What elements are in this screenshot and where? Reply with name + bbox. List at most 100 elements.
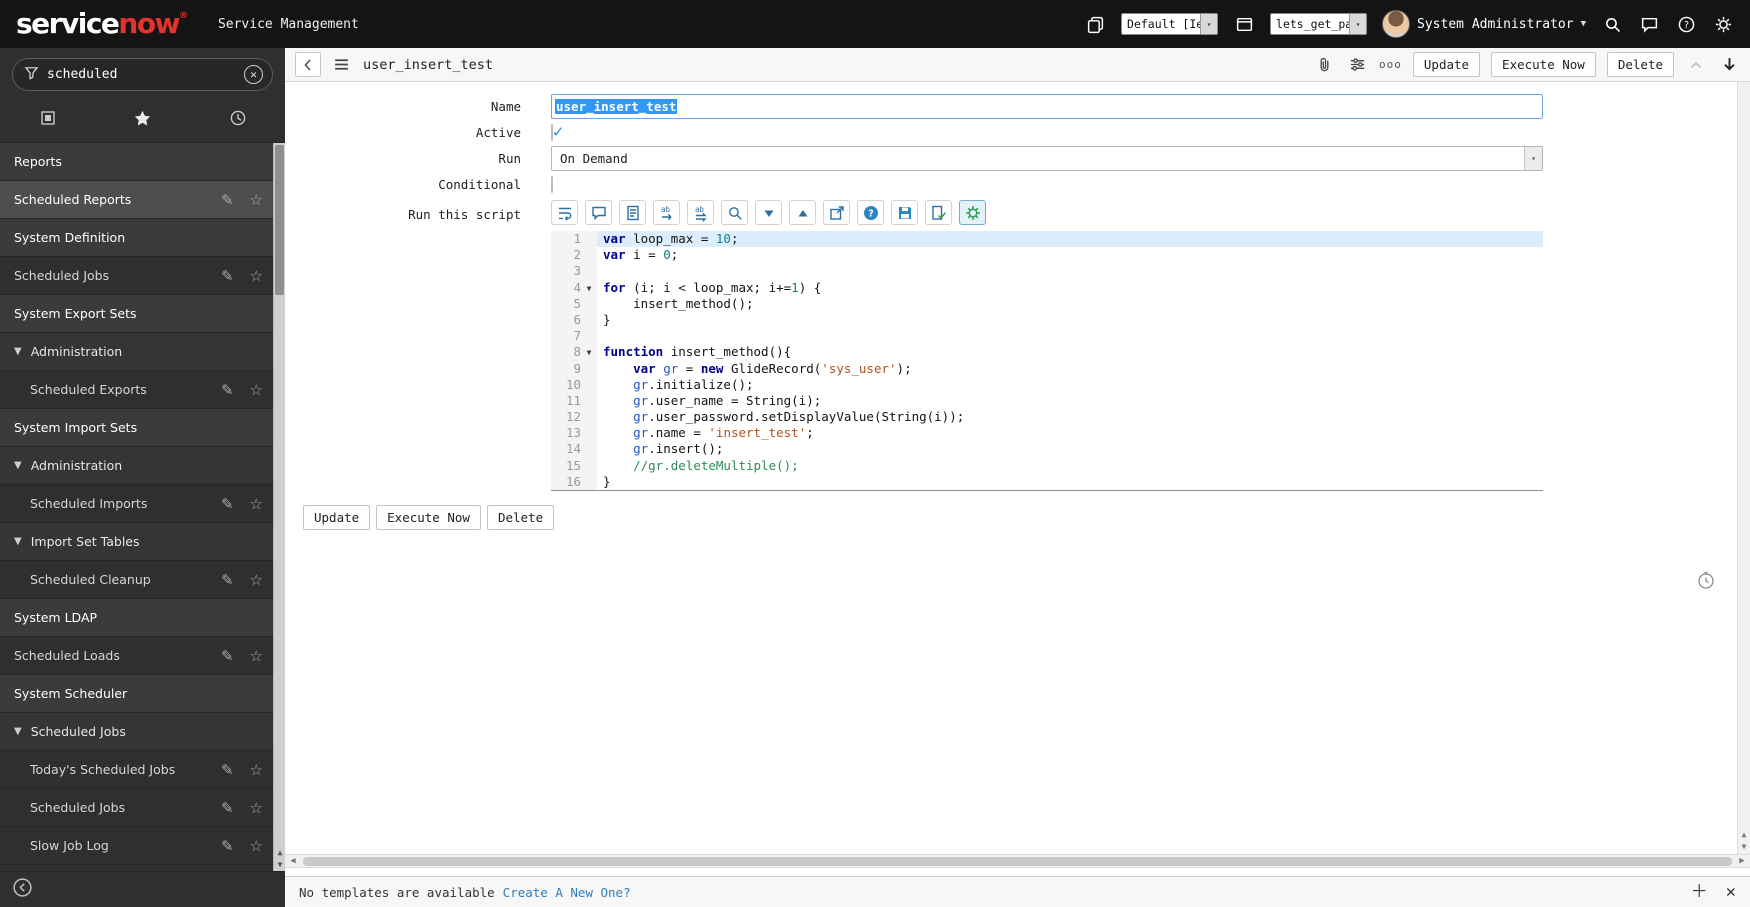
- sidebar-item[interactable]: Scheduled Cleanup ✎ ☆: [0, 561, 273, 599]
- edit-module-pencil-icon[interactable]: ✎: [221, 837, 234, 855]
- code-line[interactable]: 10 gr.initialize();: [551, 376, 1543, 393]
- avatar[interactable]: [1382, 10, 1411, 38]
- sidebar-item[interactable]: Scheduled Loads ✎ ☆: [0, 637, 273, 675]
- favorite-star-icon[interactable]: ☆: [250, 191, 263, 209]
- application-picker[interactable]: lets_get_pa ▾: [1270, 13, 1368, 35]
- find-previous-icon[interactable]: [789, 200, 816, 225]
- save-icon[interactable]: [891, 200, 918, 225]
- code-line[interactable]: 5 insert_method();: [551, 295, 1543, 312]
- code-line[interactable]: 11 gr.user_name = String(i);: [551, 392, 1543, 410]
- edit-module-pencil-icon[interactable]: ✎: [221, 799, 234, 817]
- find-icon[interactable]: [721, 200, 748, 225]
- code-line[interactable]: 7: [551, 328, 1543, 345]
- edit-module-pencil-icon[interactable]: ✎: [221, 191, 234, 209]
- horizontal-scrollbar[interactable]: ◀ ▶: [285, 854, 1750, 868]
- collapse-caret-icon[interactable]: ▼: [14, 460, 22, 471]
- edit-module-pencil-icon[interactable]: ✎: [221, 571, 234, 589]
- toggle-comment-icon[interactable]: [585, 200, 612, 225]
- sidebar-item[interactable]: System Import Sets: [0, 409, 273, 447]
- syntax-check-icon[interactable]: [925, 200, 952, 225]
- sidebar-item[interactable]: Scheduled Jobs ✎ ☆: [0, 789, 273, 827]
- global-search-icon[interactable]: [1601, 13, 1623, 35]
- chevron-down-icon[interactable]: ▾: [1200, 14, 1218, 34]
- favorite-star-icon[interactable]: ☆: [250, 571, 263, 589]
- favorite-star-icon[interactable]: ☆: [250, 495, 263, 513]
- collapse-caret-icon[interactable]: ▼: [14, 346, 22, 357]
- create-template-link[interactable]: Create A New One?: [503, 885, 631, 900]
- previous-record-icon[interactable]: [1685, 54, 1707, 76]
- help-icon[interactable]: ?: [857, 200, 884, 225]
- sidebar-item[interactable]: Slow Job Log ✎ ☆: [0, 827, 273, 865]
- conditional-checkbox[interactable]: [551, 176, 553, 193]
- format-code-icon[interactable]: [619, 200, 646, 225]
- sidebar-item[interactable]: ▼ Scheduled Jobs: [0, 713, 273, 751]
- navigator-filter[interactable]: ✕: [12, 58, 273, 91]
- execute-now-button[interactable]: Execute Now: [376, 505, 481, 530]
- name-input[interactable]: user_insert_test: [551, 94, 1543, 119]
- chat-icon[interactable]: [1638, 13, 1660, 35]
- user-menu[interactable]: System Administrator ▼: [1382, 10, 1586, 38]
- sidebar-item[interactable]: ▼ Administration: [0, 333, 273, 371]
- delete-button[interactable]: Delete: [1606, 52, 1674, 77]
- sidebar-item[interactable]: Scheduled Jobs ✎ ☆: [0, 257, 273, 295]
- code-line[interactable]: 16}: [551, 473, 1543, 490]
- find-next-icon[interactable]: [755, 200, 782, 225]
- code-line[interactable]: 12 gr.user_password.setDisplayValue(Stri…: [551, 409, 1543, 426]
- favorite-star-icon[interactable]: ☆: [250, 837, 263, 855]
- form-context-menu-icon[interactable]: [330, 54, 352, 76]
- sidebar-item[interactable]: Scheduled Reports ✎ ☆: [0, 181, 273, 219]
- edit-module-pencil-icon[interactable]: ✎: [221, 267, 234, 285]
- scroll-up-icon[interactable]: ▲: [274, 847, 285, 859]
- active-checkbox[interactable]: [551, 124, 553, 141]
- clear-filter-icon[interactable]: ✕: [244, 65, 263, 84]
- code-fold-icon[interactable]: ▼: [581, 280, 597, 296]
- script-debugger-icon[interactable]: [959, 200, 986, 225]
- sidebar-item[interactable]: Scheduled Exports ✎ ☆: [0, 371, 273, 409]
- code-line[interactable]: 3: [551, 263, 1543, 280]
- open-in-window-icon[interactable]: [823, 200, 850, 225]
- tab-favorites[interactable]: [95, 103, 190, 133]
- code-line[interactable]: 13 gr.name = 'insert_test';: [551, 425, 1543, 442]
- code-line[interactable]: 15 //gr.deleteMultiple();: [551, 457, 1543, 474]
- collapse-navigator-icon[interactable]: [12, 877, 33, 902]
- sidebar-item[interactable]: System Definition: [0, 219, 273, 257]
- tab-all-applications[interactable]: [0, 103, 95, 133]
- close-template-bar-icon[interactable]: ✕: [1726, 883, 1736, 901]
- code-line[interactable]: 4 ▼ for (i; i < loop_max; i+=1) {: [551, 279, 1543, 296]
- code-line[interactable]: 1 var loop_max = 10;: [551, 231, 1543, 248]
- scrollbar-thumb[interactable]: [303, 856, 1732, 866]
- sidebar-item[interactable]: Scheduled Imports ✎ ☆: [0, 485, 273, 523]
- scroll-down-icon[interactable]: ▼: [1738, 841, 1750, 853]
- collapse-caret-icon[interactable]: ▼: [14, 726, 22, 737]
- scrollbar-thumb[interactable]: [275, 145, 284, 295]
- sidebar-item[interactable]: System LDAP: [0, 599, 273, 637]
- edit-module-pencil-icon[interactable]: ✎: [221, 495, 234, 513]
- sidebar-item[interactable]: Today's Scheduled Jobs ✎ ☆: [0, 751, 273, 789]
- application-window-icon[interactable]: [1233, 13, 1255, 35]
- next-record-icon[interactable]: [1718, 54, 1740, 76]
- code-line[interactable]: 8 ▼ function insert_method(){: [551, 344, 1543, 361]
- gear-icon[interactable]: [1712, 13, 1734, 35]
- replace-all-icon[interactable]: ab: [687, 200, 714, 225]
- code-line[interactable]: 2 var i = 0;: [551, 247, 1543, 264]
- sidebar-item[interactable]: ▼ Administration: [0, 447, 273, 485]
- favorite-star-icon[interactable]: ☆: [250, 381, 263, 399]
- sidebar-item[interactable]: ▼ Import Set Tables: [0, 523, 273, 561]
- script-editor[interactable]: 1 var loop_max = 10; 2 var i = 0; 3 4 ▼ for (i;…: [551, 231, 1543, 491]
- execute-now-button[interactable]: Execute Now: [1491, 52, 1596, 77]
- help-icon[interactable]: ?: [1675, 13, 1697, 35]
- servicenow-logo[interactable]: service now ®: [16, 10, 188, 38]
- scroll-up-icon[interactable]: ▲: [1738, 829, 1750, 841]
- filter-input[interactable]: [47, 67, 244, 82]
- sidebar-scrollbar[interactable]: ▲ ▼: [273, 143, 285, 871]
- personalize-form-sliders-icon[interactable]: [1346, 54, 1368, 76]
- favorite-star-icon[interactable]: ☆: [250, 647, 263, 665]
- update-set-stack-icon[interactable]: [1084, 13, 1106, 35]
- scroll-down-icon[interactable]: ▼: [274, 859, 285, 871]
- update-set-picker[interactable]: Default [Ie ▾: [1121, 13, 1219, 35]
- code-line[interactable]: 9 var gr = new GlideRecord('sys_user');: [551, 360, 1543, 377]
- chevron-down-icon[interactable]: ▾: [1524, 147, 1542, 170]
- scroll-right-icon[interactable]: ▶: [1734, 856, 1750, 866]
- code-line[interactable]: 6}: [551, 311, 1543, 329]
- update-button[interactable]: Update: [1412, 52, 1481, 77]
